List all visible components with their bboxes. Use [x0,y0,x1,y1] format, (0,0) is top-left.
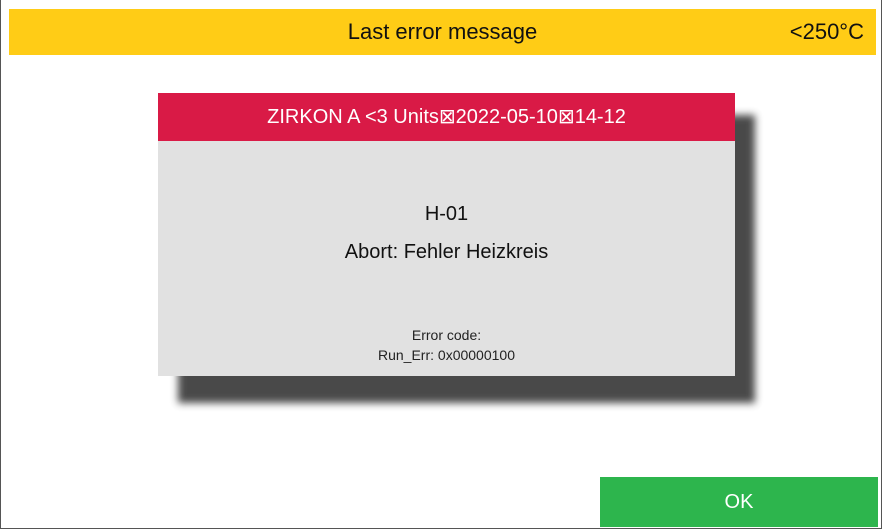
temperature-indicator: <250°C [789,19,864,44]
header-bar: Last error message <250°C [9,9,876,55]
error-detail-label: Error code: [411,327,482,343]
screen-frame: Last error message <250°C ZIRKON A <3 Un… [0,0,882,529]
error-message: Abort: Fehler Heizkreis [344,241,549,263]
page-title: Last error message [347,19,538,44]
dialog-title: ZIRKON A <3 Units⊠2022-05-10⊠14-12 [158,93,735,141]
error-code: H-01 [424,203,469,225]
ok-button[interactable]: OK [600,477,878,527]
error-dialog: ZIRKON A <3 Units⊠2022-05-10⊠14-12 H-01 … [158,93,735,376]
error-detail-value: Run_Err: 0x00000100 [378,347,515,363]
